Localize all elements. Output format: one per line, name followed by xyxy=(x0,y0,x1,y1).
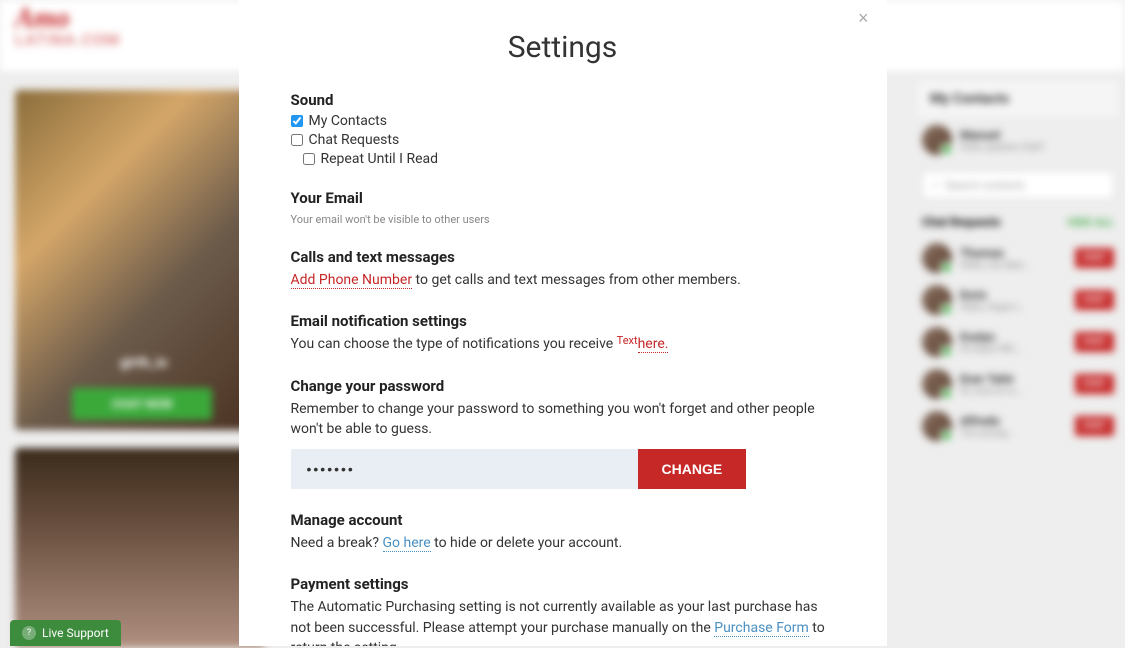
modal-title: Settings xyxy=(239,0,887,91)
repeat-checkbox-row[interactable]: Repeat Until I Read xyxy=(303,151,835,167)
go-here-link[interactable]: Go here xyxy=(383,535,431,552)
chat-requests-checkbox[interactable] xyxy=(291,134,303,146)
notifications-here-link[interactable]: here. xyxy=(638,336,669,353)
my-contacts-checkbox-row[interactable]: My Contacts xyxy=(291,113,835,129)
manage-heading: Manage account xyxy=(291,511,835,529)
email-heading: Your Email xyxy=(291,189,835,207)
settings-modal: × Settings Sound My Contacts Chat Reques… xyxy=(239,0,887,646)
add-phone-link[interactable]: Add Phone Number xyxy=(291,272,413,289)
chat-requests-checkbox-row[interactable]: Chat Requests xyxy=(291,132,835,148)
sound-heading: Sound xyxy=(291,91,835,109)
text-annotation: Text xyxy=(617,334,638,347)
repeat-checkbox[interactable] xyxy=(303,153,315,165)
payment-heading: Payment settings xyxy=(291,575,835,593)
calls-section: Calls and text messages Add Phone Number… xyxy=(291,248,835,290)
live-support-button[interactable]: ? Live Support xyxy=(10,620,121,646)
headset-icon: ? xyxy=(22,626,36,640)
password-section: Change your password Remember to change … xyxy=(291,377,835,490)
change-button[interactable]: CHANGE xyxy=(638,449,747,489)
close-button[interactable]: × xyxy=(854,5,873,31)
manage-section: Manage account Need a break? Go here to … xyxy=(291,511,835,553)
modal-overlay: × Settings Sound My Contacts Chat Reques… xyxy=(0,0,1125,646)
payment-section: Payment settings The Automatic Purchasin… xyxy=(291,575,835,646)
email-section: Your Email Your email won't be visible t… xyxy=(291,189,835,226)
my-contacts-checkbox[interactable] xyxy=(291,115,303,127)
sound-section: Sound My Contacts Chat Requests Repeat U… xyxy=(291,91,835,167)
notifications-section: Email notification settings You can choo… xyxy=(291,312,835,354)
password-text: Remember to change your password to some… xyxy=(291,399,835,440)
purchase-form-link[interactable]: Purchase Form xyxy=(714,620,809,637)
calls-heading: Calls and text messages xyxy=(291,248,835,266)
password-input[interactable] xyxy=(291,449,638,489)
notifications-heading: Email notification settings xyxy=(291,312,835,330)
email-hint: Your email won't be visible to other use… xyxy=(291,213,835,226)
password-heading: Change your password xyxy=(291,377,835,395)
